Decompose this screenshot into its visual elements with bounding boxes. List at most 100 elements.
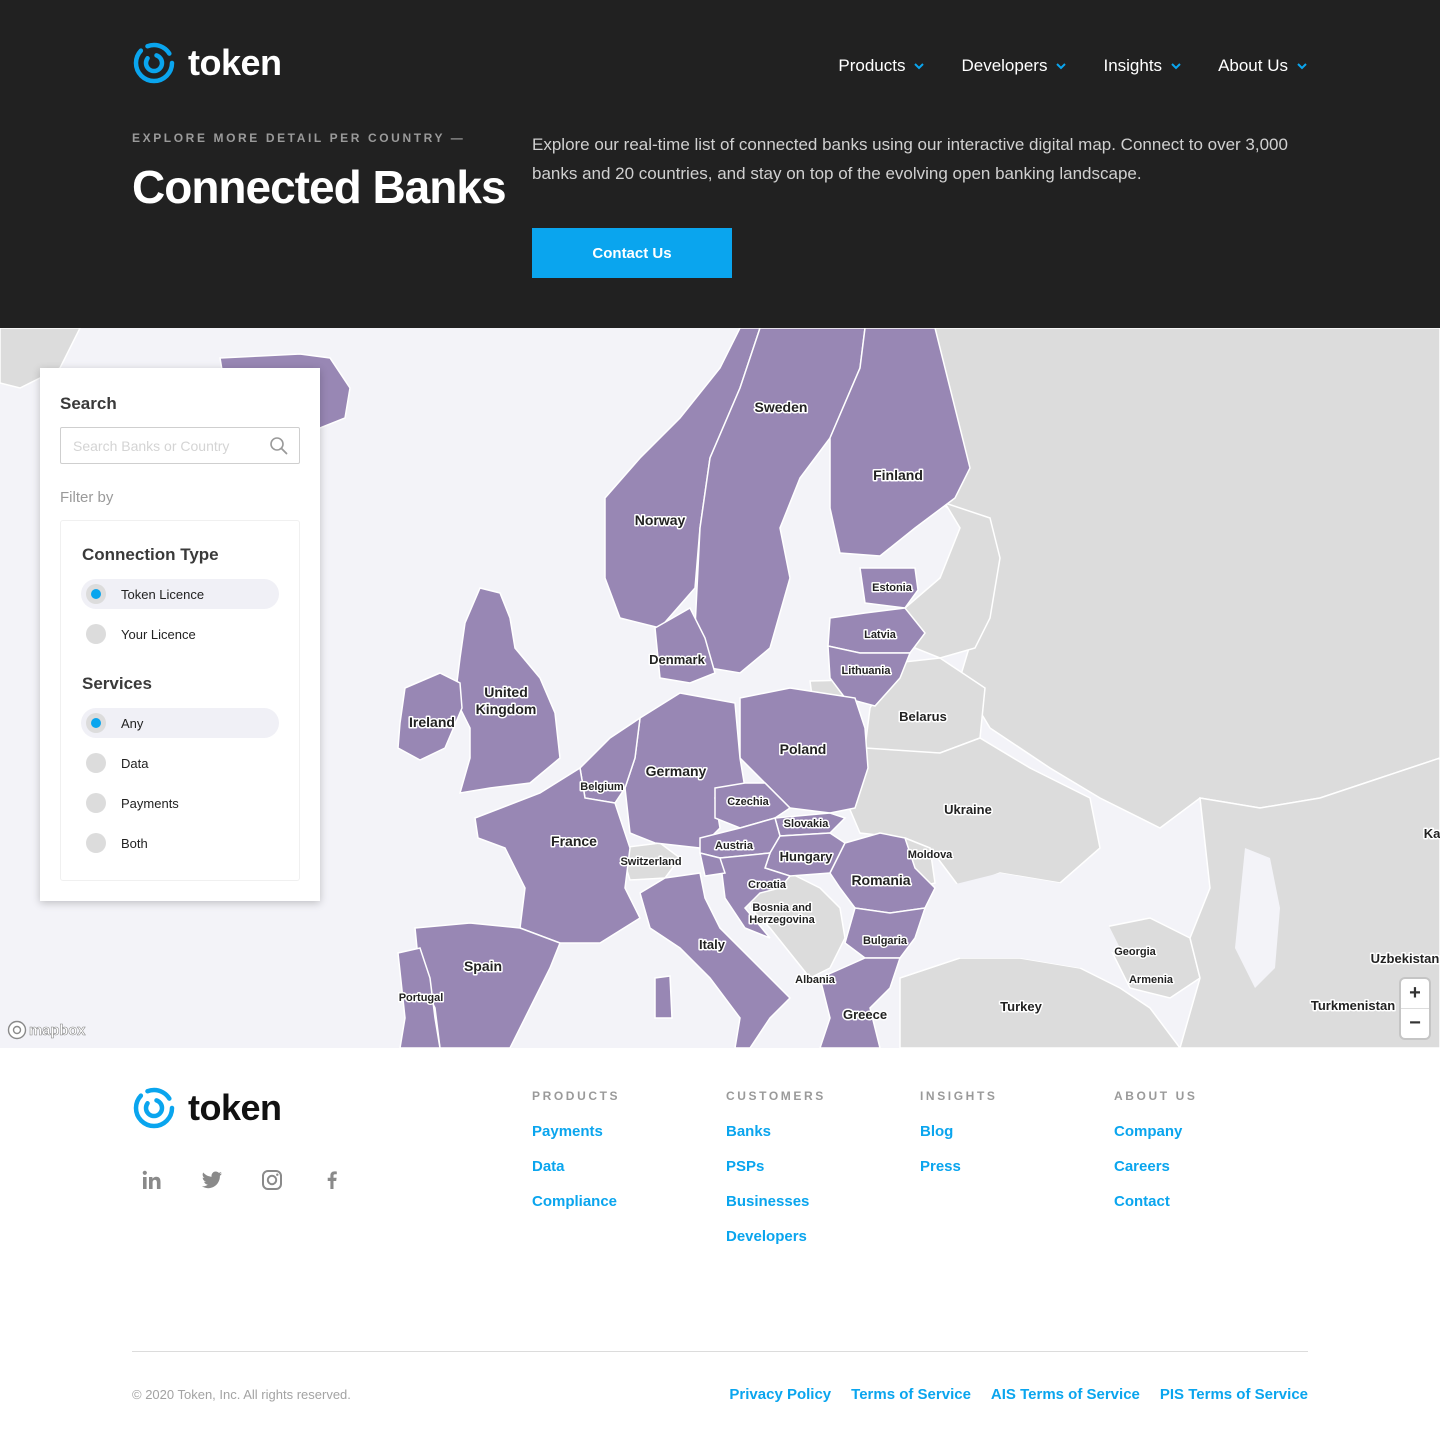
- footer-link-businesses[interactable]: Businesses: [726, 1193, 826, 1211]
- footer-link-developers[interactable]: Developers: [726, 1228, 826, 1246]
- label-uk-line1[interactable]: United: [483, 683, 530, 702]
- label-switzerland[interactable]: Switzerland: [619, 855, 683, 870]
- filter-card: Connection Type Token Licence Your Licen…: [60, 520, 300, 881]
- label-ireland[interactable]: Ireland: [408, 713, 457, 732]
- facebook-icon[interactable]: [320, 1168, 344, 1192]
- linkedin-icon[interactable]: [140, 1168, 164, 1192]
- search-box[interactable]: [60, 427, 300, 464]
- label-turkmenistan[interactable]: Turkmenistan: [1309, 997, 1396, 1015]
- copyright-text: © 2020 Token, Inc. All rights reserved.: [132, 1387, 351, 1402]
- label-austria[interactable]: Austria: [714, 839, 756, 854]
- footer-link-contact[interactable]: Contact: [1114, 1193, 1197, 1211]
- radio-services-payments[interactable]: Payments: [81, 788, 279, 818]
- label-finland[interactable]: Finland: [872, 466, 925, 485]
- radio-indicator[interactable]: [86, 793, 106, 813]
- radio-your-licence[interactable]: Your Licence: [81, 619, 279, 649]
- token-logo[interactable]: token: [132, 41, 282, 85]
- radio-services-both[interactable]: Both: [81, 828, 279, 858]
- twitter-icon[interactable]: [200, 1168, 224, 1192]
- hero-header: token Products Developers Insights About…: [0, 0, 1440, 328]
- label-spain[interactable]: Spain: [462, 957, 503, 976]
- label-lithuania[interactable]: Lithuania: [840, 664, 893, 679]
- label-ka[interactable]: Ka: [1422, 825, 1440, 843]
- label-turkey[interactable]: Turkey: [999, 998, 1044, 1016]
- radio-indicator[interactable]: [86, 833, 106, 853]
- footer-col-title: INSIGHTS: [920, 1089, 998, 1103]
- label-croatia[interactable]: Croatia: [747, 878, 789, 893]
- radio-indicator[interactable]: [86, 624, 106, 644]
- footer-link-press[interactable]: Press: [920, 1158, 997, 1176]
- contact-us-button[interactable]: Contact Us: [532, 228, 732, 278]
- label-latvia[interactable]: Latvia: [863, 628, 899, 643]
- radio-token-licence[interactable]: Token Licence: [81, 579, 279, 609]
- footer-link-blog[interactable]: Blog: [920, 1123, 997, 1141]
- radio-label: Any: [121, 715, 144, 731]
- label-armenia[interactable]: Armenia: [1127, 973, 1175, 988]
- radio-indicator[interactable]: [86, 753, 106, 773]
- label-moldova[interactable]: Moldova: [906, 848, 954, 863]
- footer-col-insights: INSIGHTS Blog Press: [920, 1089, 997, 1176]
- nav-about-us[interactable]: About Us: [1218, 54, 1308, 78]
- label-bulgaria[interactable]: Bulgaria: [861, 934, 909, 949]
- ais-terms-link[interactable]: AIS Terms of Service: [991, 1386, 1140, 1403]
- search-input[interactable]: [73, 428, 263, 463]
- label-poland[interactable]: Poland: [778, 740, 828, 759]
- label-estonia[interactable]: Estonia: [871, 581, 915, 596]
- label-belgium[interactable]: Belgium: [579, 780, 626, 795]
- token-logo-icon: [133, 1087, 175, 1129]
- label-slovakia[interactable]: Slovakia: [782, 817, 831, 832]
- label-italy[interactable]: Italy: [697, 936, 727, 954]
- label-romania[interactable]: Romania: [850, 871, 912, 890]
- label-portugal[interactable]: Portugal: [397, 991, 445, 1006]
- zoom-in-button[interactable]: +: [1401, 979, 1429, 1008]
- label-sweden[interactable]: Sweden: [753, 398, 809, 417]
- pis-terms-link[interactable]: PIS Terms of Service: [1160, 1386, 1308, 1403]
- footer-link-data[interactable]: Data: [532, 1158, 620, 1176]
- footer-link-compliance[interactable]: Compliance: [532, 1193, 620, 1211]
- label-bosnia-line2[interactable]: Herzegovina: [748, 913, 817, 928]
- radio-label: Data: [121, 755, 149, 771]
- radio-indicator[interactable]: [86, 584, 106, 604]
- radio-services-data[interactable]: Data: [81, 748, 279, 778]
- connected-banks-map[interactable]: Sweden Finland Norway Estonia Latvia Lit…: [0, 328, 1440, 1048]
- label-denmark[interactable]: Denmark: [648, 651, 707, 669]
- radio-label: Your Licence: [121, 626, 196, 642]
- radio-services-any[interactable]: Any: [81, 708, 279, 738]
- footer-link-careers[interactable]: Careers: [1114, 1158, 1197, 1176]
- radio-indicator[interactable]: [86, 713, 106, 733]
- search-icon[interactable]: [269, 436, 288, 455]
- radio-label: Token Licence: [121, 586, 205, 602]
- footer-token-logo[interactable]: token: [132, 1086, 282, 1130]
- label-germany[interactable]: Germany: [644, 762, 708, 781]
- radio-label: Payments: [121, 795, 179, 811]
- label-hungary[interactable]: Hungary: [778, 848, 835, 866]
- nav-about-us-label: About Us: [1218, 56, 1288, 75]
- nav-insights-label: Insights: [1103, 56, 1163, 75]
- label-ukraine[interactable]: Ukraine: [943, 801, 994, 819]
- label-norway[interactable]: Norway: [633, 511, 687, 530]
- nav-insights[interactable]: Insights: [1103, 54, 1182, 78]
- mapbox-attribution[interactable]: mapbox: [7, 1020, 86, 1040]
- label-belarus[interactable]: Belarus: [898, 708, 949, 726]
- label-uk-line2[interactable]: Kingdom: [474, 700, 538, 719]
- zoom-out-button[interactable]: −: [1401, 1008, 1429, 1037]
- footer-col-title: ABOUT US: [1114, 1089, 1198, 1103]
- label-france[interactable]: France: [550, 832, 599, 851]
- zoom-control: + −: [1401, 979, 1429, 1038]
- label-bosnia-line1[interactable]: Bosnia and: [751, 901, 813, 916]
- nav-developers[interactable]: Developers: [961, 54, 1067, 78]
- footer-link-banks[interactable]: Banks: [726, 1123, 826, 1141]
- nav-products[interactable]: Products: [838, 54, 925, 78]
- footer-link-company[interactable]: Company: [1114, 1123, 1197, 1141]
- label-georgia[interactable]: Georgia: [1113, 945, 1158, 960]
- label-czechia[interactable]: Czechia: [726, 795, 771, 810]
- label-uzbekistan[interactable]: Uzbekistan: [1369, 950, 1440, 968]
- footer-link-psps[interactable]: PSPs: [726, 1158, 826, 1176]
- terms-of-service-link[interactable]: Terms of Service: [851, 1386, 971, 1403]
- footer-col-products: PRODUCTS Payments Data Compliance: [532, 1089, 620, 1211]
- privacy-policy-link[interactable]: Privacy Policy: [729, 1386, 831, 1403]
- footer-link-payments[interactable]: Payments: [532, 1123, 620, 1141]
- instagram-icon[interactable]: [260, 1168, 284, 1192]
- label-greece[interactable]: Greece: [841, 1006, 888, 1024]
- label-albania[interactable]: Albania: [794, 973, 838, 988]
